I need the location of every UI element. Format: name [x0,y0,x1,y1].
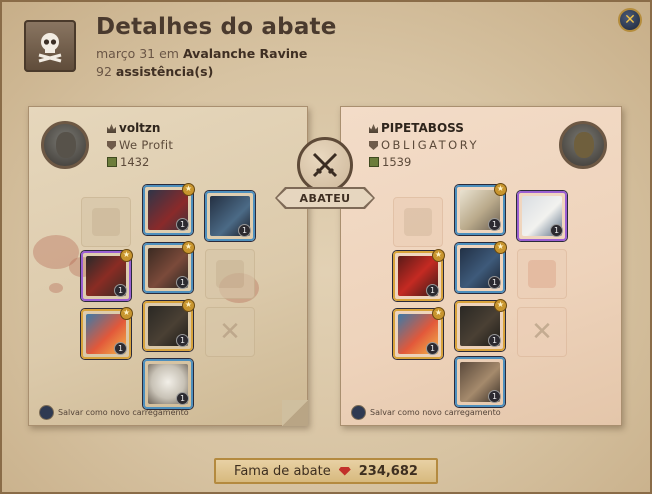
victim-name-row: PIPETABOSS [369,121,464,135]
assist-count: 92 [96,64,112,79]
killer-save-label: Salvar como novo carregamento [58,408,189,417]
fame-gem-icon [338,466,351,476]
killer-avatar[interactable] [41,121,89,169]
skull-crossbones-icon [24,20,76,72]
verdict-banner: ABATEU [277,189,373,207]
kill-fame-bar: Fama de abate 234,682 [214,458,438,484]
save-icon [351,405,366,420]
assist-line: 92 assistência(s) [96,64,213,79]
killer-name-row: voltzn [107,121,160,135]
victim-item-power: 1539 [382,155,412,169]
slot-chest[interactable]: ★ 1 [455,241,507,293]
killer-guild-row: We Profit [107,138,173,152]
slot-food-empty: ✕ [205,307,255,357]
paper-curl [282,400,308,426]
victim-avatar[interactable] [559,121,607,169]
slot-cape[interactable]: 1 [205,191,255,241]
guild-shield-icon [369,141,378,150]
victim-save-loadout-button[interactable]: Salvar como novo carregamento [351,405,501,420]
slot-bag [393,197,443,247]
item-power-icon [369,157,379,167]
close-icon: ✕ [624,12,636,28]
slot-cape[interactable]: 1 [517,191,567,241]
close-button[interactable]: ✕ [618,8,642,32]
kill-date: março 31 [96,46,156,61]
page-title: Detalhes do abate [96,14,337,40]
killer-item-power: 1432 [120,155,150,169]
killer-save-loadout-button[interactable]: Salvar como novo carregamento [39,405,189,420]
crown-icon [107,124,116,133]
kill-date-location: março 31 em Avalanche Ravine [96,46,307,61]
save-icon [39,405,54,420]
victim-guild: OBLIGATORY [381,138,479,152]
slot-chest[interactable]: ★ 1 [143,241,195,293]
slot-mount[interactable]: 1 [143,359,193,409]
victim-panel: PIPETABOSS OBLIGATORY 1539 ★ 1 1 ★ 1 ★ 1 ★ 1… [340,106,622,426]
slot-off-hand-empty [205,249,255,299]
slot-bag [81,197,131,247]
kill-fame-label: Fama de abate [234,463,331,479]
victim-name[interactable]: PIPETABOSS [381,121,464,135]
item-power-icon [107,157,117,167]
assist-label: assistência(s) [115,64,214,79]
fork-knife-icon: ✕ [531,317,553,347]
slot-mount[interactable]: 1 [455,357,505,407]
killer-guild: We Profit [119,138,174,152]
em-word: em [159,46,179,61]
slot-food-empty: ✕ [517,307,567,357]
victim-guild-row: OBLIGATORY [369,138,479,152]
crossed-swords-icon [297,137,353,193]
slot-off-hand-empty [517,249,567,299]
slot-main-hand[interactable]: ★ 1 [393,249,445,301]
slot-head[interactable]: ★ 1 [143,183,195,235]
kill-fame-value: 234,682 [358,463,418,479]
slot-potion[interactable]: ★ 1 [81,307,133,359]
killer-name[interactable]: voltzn [119,121,160,135]
slot-shoes[interactable]: ★ 1 [143,299,195,351]
victim-save-label: Salvar como novo carregamento [370,408,501,417]
kill-location: Avalanche Ravine [182,46,308,61]
slot-shoes[interactable]: ★ 1 [455,299,507,351]
victim-ip-row: 1539 [369,155,411,169]
killer-ip-row: 1432 [107,155,149,169]
killer-panel: voltzn We Profit 1432 ★ 1 1 ★ 1 ★ 1 ★ 1 ★ 1 ✕… [28,106,308,426]
crown-icon [369,124,378,133]
fork-knife-icon: ✕ [219,317,241,347]
slot-head[interactable]: ★ 1 [455,183,507,235]
slot-main-hand[interactable]: ★ 1 [81,249,133,301]
guild-shield-icon [107,141,116,150]
slot-potion[interactable]: ★ 1 [393,307,445,359]
